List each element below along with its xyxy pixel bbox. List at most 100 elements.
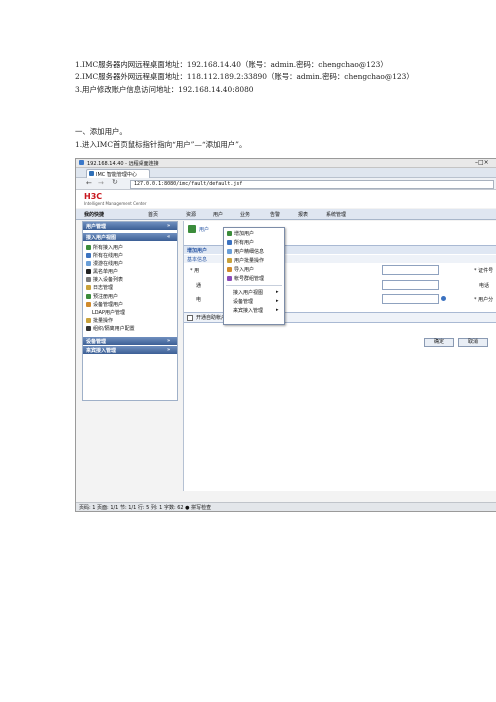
sidebar-item-label: 日志管理	[93, 285, 114, 291]
users-icon	[188, 225, 196, 233]
nav-system[interactable]: 系统管理	[326, 211, 346, 218]
url-text: 127.0.0.1:8080/imc/fault/default.jsf	[134, 181, 243, 187]
nav-service[interactable]: 业务	[240, 211, 250, 218]
nav-alarm[interactable]: 告警	[270, 211, 280, 218]
menu-item-label: 增加用户	[234, 231, 255, 237]
window-controls[interactable]: –□×	[475, 159, 489, 166]
nav-home[interactable]: 首页	[148, 211, 158, 218]
add-user-icon	[227, 231, 232, 236]
sidebar-item-ldap[interactable]: LDAP用户管理	[92, 309, 125, 316]
nav-resources[interactable]: 资源	[186, 211, 196, 218]
online-user-icon	[86, 253, 91, 258]
sidebar-header-device-mgmt[interactable]: 设备管理 »	[83, 337, 177, 345]
browser-tab[interactable]: IMC 智能管理中心	[86, 169, 150, 178]
roaming-user-icon	[86, 261, 91, 266]
back-icon[interactable]: ←	[86, 179, 92, 187]
sidebar-item-label: LDAP用户管理	[92, 310, 125, 316]
status-text: 页码: 1 页面: 1/1 节: 1/1 行: 5 列: 1 字数: 62 ● …	[79, 505, 212, 511]
batch-icon	[227, 258, 232, 263]
doc-line-3: 3.用户修改账户信息访问地址：192.168.14.40:8080	[75, 85, 254, 94]
menu-item-batch-ops[interactable]: 用户批量操作	[227, 257, 264, 265]
menu-item-user-details[interactable]: 用户精细信息	[227, 248, 264, 256]
ok-button[interactable]: 确定	[424, 338, 454, 347]
sidebar-item-all-access-users[interactable]: 所有接入用户	[86, 244, 123, 251]
menu-item-label: 所有用户	[234, 240, 255, 246]
sidebar-item-isolation-config[interactable]: 组织/隔离用户配置	[86, 325, 135, 332]
nav-user[interactable]: 用户	[213, 211, 223, 218]
sidebar-item-label: 所有在线用户	[93, 253, 124, 259]
sidebar-item-preregistered[interactable]: 预注册用户	[86, 293, 118, 300]
submenu-arrow-icon: ▸	[276, 289, 279, 295]
chevron-down-icon: »	[167, 338, 171, 344]
user-dropdown-menu: 增加用户 所有用户 用户精细信息 用户批量操作 导入用户 帐号群组管理 接入用户…	[223, 227, 285, 325]
sidebar-item-label: 黑名单用户	[93, 269, 119, 275]
menu-item-guest-mgmt[interactable]: 来宾接入管理	[233, 307, 263, 315]
remote-desktop-titlebar: 192.168.14.40 - 远程桌面连接 –□×	[76, 159, 496, 168]
folder-icon	[86, 318, 91, 323]
chevron-down-icon: »	[167, 223, 171, 229]
doc-section-heading: 一、添加用户。	[75, 127, 127, 136]
users-icon	[227, 240, 232, 245]
doc-step-1: 1.进入IMC首页鼠标指针指向“用户”—“添加用户”。	[75, 140, 247, 149]
sidebar-item-batch-ops[interactable]: 批量操作	[86, 317, 113, 324]
word-status-bar: 页码: 1 页面: 1/1 节: 1/1 行: 5 列: 1 字数: 62 ● …	[76, 502, 496, 511]
group-icon	[227, 276, 232, 281]
sidebar-item-label: 接入设备列表	[93, 277, 124, 283]
sidebar-item-all-online-users[interactable]: 所有在线用户	[86, 252, 123, 259]
menu-item-label: 用户精细信息	[234, 249, 265, 255]
doc-line-1: 1.IMC服务器内网远程桌面地址：192.168.14.40（账号：admin.…	[75, 60, 388, 69]
sidebar-item-label: 设备管理用户	[93, 302, 124, 308]
doc-line-2: 2.IMC服务器外网远程桌面地址：118.112.189.2:33890（账号：…	[75, 72, 414, 81]
embedded-screenshot: 192.168.14.40 - 远程桌面连接 –□× IMC 智能管理中心 ← …	[75, 158, 496, 512]
blacklist-icon	[86, 269, 91, 274]
user-group-input[interactable]	[382, 294, 439, 304]
sidebar-item-device-mgmt-users[interactable]: 设备管理用户	[86, 301, 123, 308]
field-label-id-number: * 证件号	[474, 268, 494, 274]
remote-desktop-icon	[79, 160, 84, 165]
select-icon[interactable]	[441, 296, 446, 301]
self-service-checkbox[interactable]	[187, 315, 193, 321]
sidebar-header-user-mgmt[interactable]: 用户管理 »	[83, 222, 177, 230]
sidebar-item-blacklist[interactable]: 黑名单用户	[86, 268, 118, 275]
menu-item-device-mgmt[interactable]: 设备管理	[233, 298, 253, 306]
chevron-up-icon: «	[167, 234, 171, 240]
h3c-logo: H3C	[84, 192, 103, 201]
folder-icon	[86, 285, 91, 290]
window-title: 192.168.14.40 - 远程桌面连接	[87, 161, 159, 167]
menu-item-add-user[interactable]: 增加用户	[227, 230, 254, 238]
nav-favorites[interactable]: 我的快捷	[84, 211, 104, 218]
nav-report[interactable]: 报表	[298, 211, 308, 218]
field-label-address: 通	[196, 283, 202, 289]
user-icon	[86, 294, 91, 299]
sidebar-header-access-view[interactable]: 接入用户视图 «	[83, 233, 177, 241]
sidebar-header-guest-mgmt[interactable]: 来宾接入管理 »	[83, 346, 177, 354]
details-icon	[227, 249, 232, 254]
person-icon	[86, 326, 91, 331]
url-field[interactable]: 127.0.0.1:8080/imc/fault/default.jsf	[130, 180, 494, 189]
forward-icon[interactable]: →	[98, 179, 104, 187]
menu-item-label: 用户批量操作	[234, 258, 265, 264]
sidebar-item-label: 批量操作	[93, 318, 114, 324]
sidebar-item-log-mgmt[interactable]: 日志管理	[86, 284, 113, 291]
sidebar-item-roaming-users[interactable]: 漫游在线用户	[86, 260, 123, 267]
tab-favicon-icon	[89, 171, 94, 176]
menu-item-all-users[interactable]: 所有用户	[227, 239, 254, 247]
device-icon	[86, 277, 91, 282]
menu-divider	[226, 285, 282, 286]
cancel-button[interactable]: 取消	[458, 338, 488, 347]
sidebar-item-access-devices[interactable]: 接入设备列表	[86, 276, 123, 283]
sidebar-item-label: 预注册用户	[93, 294, 119, 300]
tab-title: IMC 智能管理中心	[96, 172, 137, 178]
reload-icon[interactable]: ↻	[112, 178, 118, 186]
field-label-user-group: * 用户分	[474, 297, 494, 303]
menu-item-import-users[interactable]: 导入用户	[227, 266, 254, 274]
id-number-input[interactable]	[382, 265, 439, 275]
sidebar-header-label: 用户管理	[86, 224, 107, 230]
self-service-label: 开通自助帐户	[196, 315, 227, 321]
menu-item-access-user-view[interactable]: 接入用户视图	[233, 289, 263, 297]
chevron-down-icon: »	[167, 347, 171, 353]
phone-input[interactable]	[382, 280, 439, 290]
browser-tabbar: IMC 智能管理中心	[76, 168, 496, 178]
menu-item-account-groups[interactable]: 帐号群组管理	[227, 275, 264, 283]
submenu-arrow-icon: ▸	[276, 298, 279, 304]
